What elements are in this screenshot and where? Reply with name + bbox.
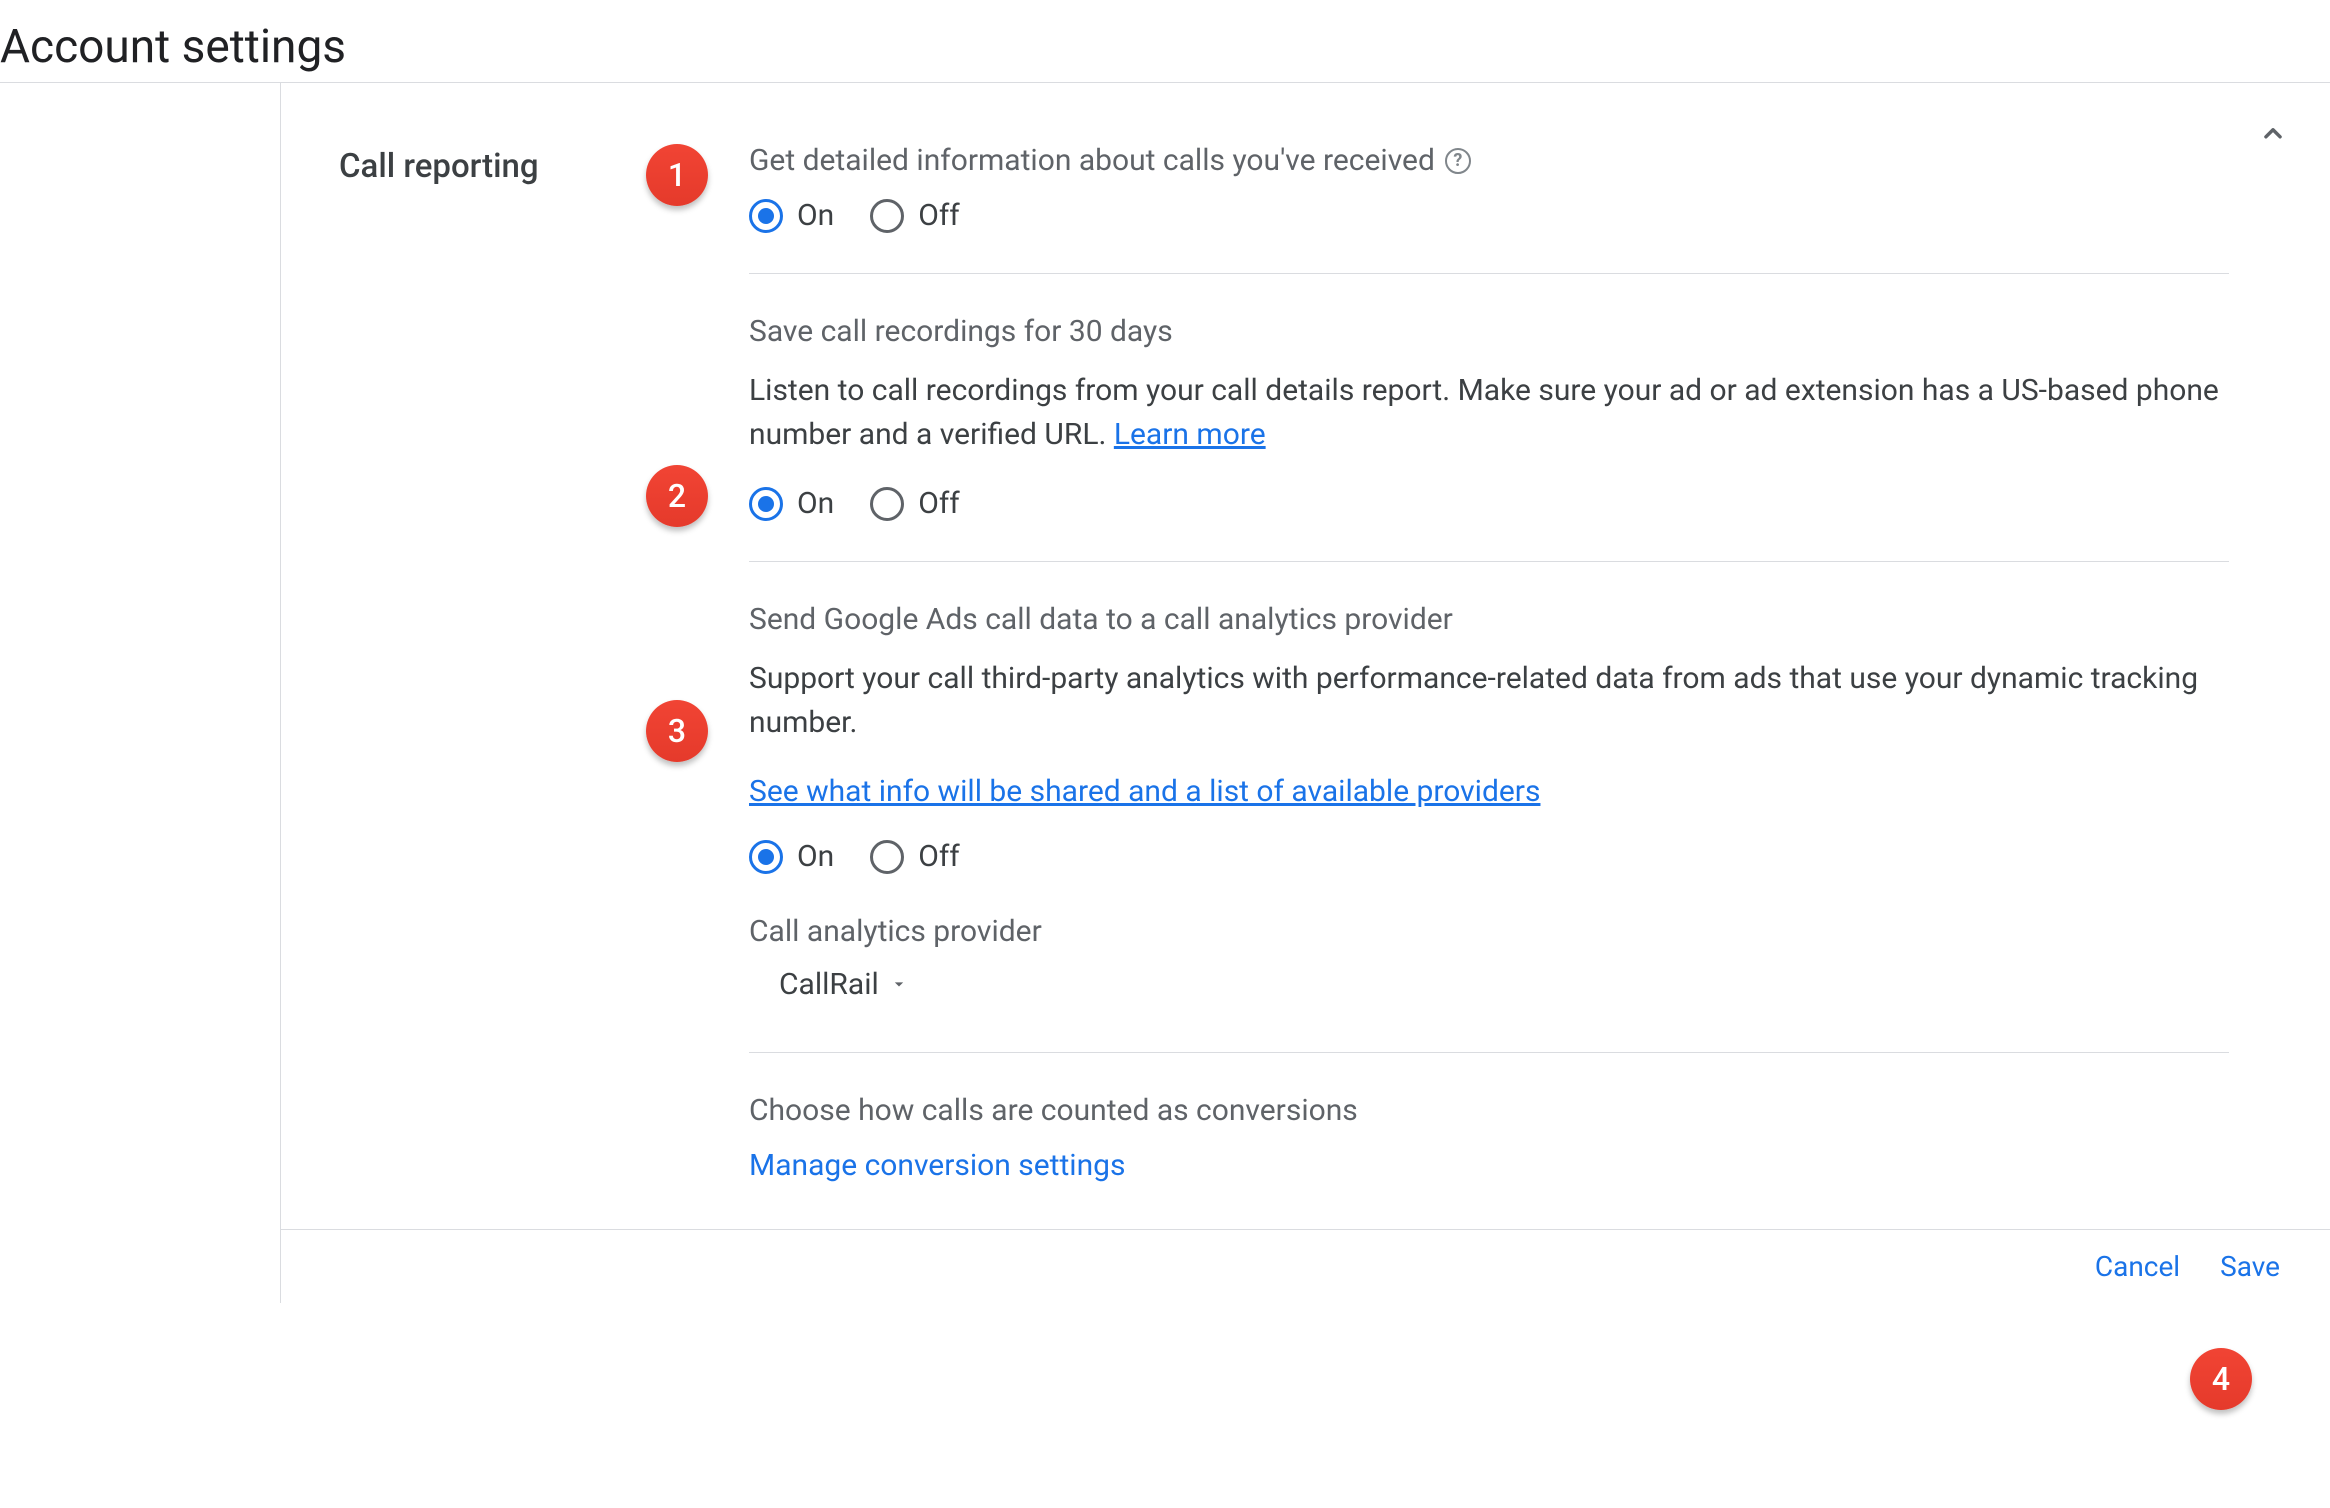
radio-selected-icon [749, 840, 783, 874]
help-icon[interactable]: ? [1445, 148, 1471, 174]
save-recordings-desc: Listen to call recordings from your call… [749, 369, 2229, 456]
save-recordings-radio-on[interactable]: On [749, 486, 834, 521]
left-empty-col [0, 83, 280, 1303]
detail-info-radio-on[interactable]: On [749, 198, 834, 233]
radio-unselected-icon [870, 487, 904, 521]
learn-more-link[interactable]: Learn more [1114, 417, 1266, 452]
detailed-call-info-block: Get detailed information about calls you… [749, 143, 2229, 274]
manage-conversion-link[interactable]: Manage conversion settings [749, 1148, 1126, 1183]
provider-select-value: CallRail [779, 967, 879, 1002]
collapse-button[interactable] [2256, 117, 2290, 155]
footer-actions: Cancel Save [281, 1229, 2330, 1303]
radio-label-on: On [797, 198, 834, 233]
providers-info-link[interactable]: See what info will be shared and a list … [749, 774, 1540, 809]
annotation-badge-1: 1 [646, 144, 708, 206]
radio-unselected-icon [870, 840, 904, 874]
save-recordings-title: Save call recordings for 30 days [749, 314, 2229, 349]
radio-label-on: On [797, 486, 834, 521]
save-button[interactable]: Save [2220, 1250, 2280, 1283]
radio-selected-icon [749, 199, 783, 233]
analytics-radio-off[interactable]: Off [870, 839, 960, 874]
conversions-title: Choose how calls are counted as conversi… [749, 1093, 2229, 1128]
cancel-button[interactable]: Cancel [2095, 1250, 2180, 1283]
radio-label-off: Off [918, 486, 960, 521]
radio-label-off: Off [918, 198, 960, 233]
radio-label-on: On [797, 839, 834, 874]
detail-info-radio-off[interactable]: Off [870, 198, 960, 233]
provider-select[interactable]: CallRail [749, 967, 2229, 1002]
detail-info-title: Get detailed information about calls you… [749, 143, 1435, 178]
analytics-title: Send Google Ads call data to a call anal… [749, 602, 2229, 637]
radio-label-off: Off [918, 839, 960, 874]
page-title: Account settings [0, 0, 2330, 83]
annotation-badge-2: 2 [646, 465, 708, 527]
analytics-provider-block: Send Google Ads call data to a call anal… [749, 602, 2229, 1053]
save-recordings-radio-off[interactable]: Off [870, 486, 960, 521]
caret-down-icon [889, 967, 909, 1002]
provider-select-label: Call analytics provider [749, 914, 2229, 949]
radio-selected-icon [749, 487, 783, 521]
analytics-desc: Support your call third-party analytics … [749, 657, 2229, 744]
chevron-up-icon [2256, 117, 2290, 151]
analytics-radio-on[interactable]: On [749, 839, 834, 874]
call-reporting-panel: Call reporting Get detailed information … [280, 83, 2330, 1303]
radio-unselected-icon [870, 199, 904, 233]
annotation-badge-4: 4 [2190, 1348, 2252, 1410]
annotation-badge-3: 3 [646, 700, 708, 762]
save-recordings-block: Save call recordings for 30 days Listen … [749, 314, 2229, 562]
